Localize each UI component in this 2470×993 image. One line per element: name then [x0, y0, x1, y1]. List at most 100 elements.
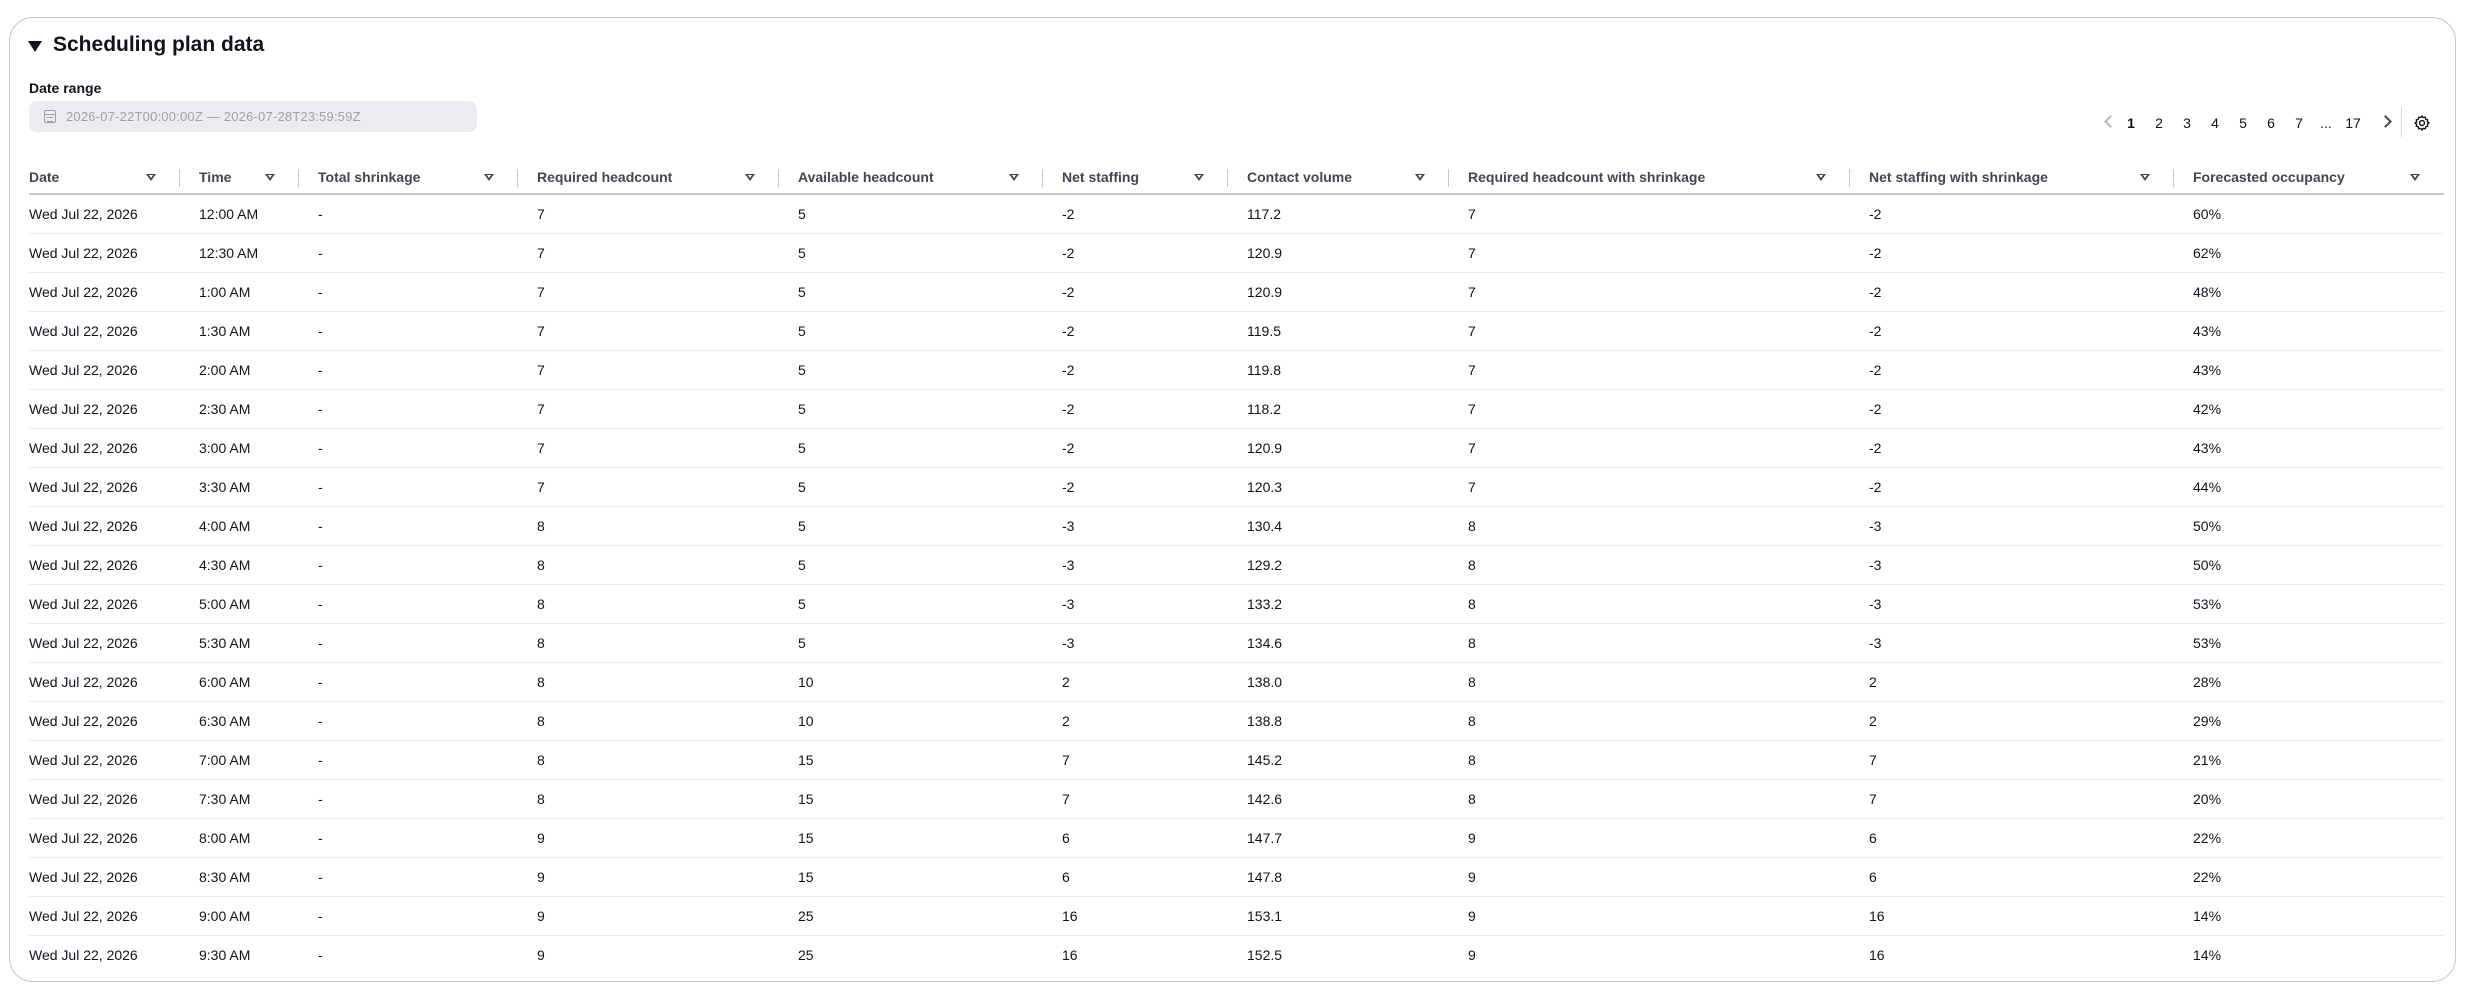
table-cell-forecasted-occupancy: 48% — [2174, 272, 2444, 312]
column-header-contact-volume[interactable]: Contact volume — [1228, 161, 1449, 195]
table-cell-total-shrinkage: - — [299, 584, 518, 624]
column-header-total-shrinkage[interactable]: Total shrinkage — [299, 161, 518, 195]
table-cell-required-headcount-with-shrinkage: 8 — [1449, 740, 1850, 780]
table-cell-total-shrinkage: - — [299, 467, 518, 507]
table-cell-required-headcount-with-shrinkage: 8 — [1449, 584, 1850, 624]
table-row: Wed Jul 22, 2026 5:00 AM -8 5 -3 133.2 8 -3 53% — [29, 584, 2444, 624]
sort-icon[interactable] — [484, 173, 494, 181]
table-cell-net-staffing-with-shrinkage: -3 — [1850, 545, 2174, 585]
table-cell-contact-volume: 130.4 — [1228, 506, 1449, 546]
table-cell-time: 12:30 AM — [180, 233, 299, 273]
table-cell-forecasted-occupancy: 28% — [2174, 662, 2444, 702]
table-row: Wed Jul 22, 2026 4:30 AM -8 5 -3 129.2 8 -3 50% — [29, 545, 2444, 585]
table-cell-total-shrinkage: - — [299, 740, 518, 780]
sort-icon[interactable] — [2410, 173, 2420, 181]
column-header-required-headcount-with-shrinkage[interactable]: Required headcount with shrinkage — [1449, 161, 1850, 195]
column-header-label: Forecasted occupancy — [2193, 169, 2345, 185]
page-ellipsis: ... — [2320, 115, 2332, 131]
panel-header-toggle[interactable]: Scheduling plan data — [28, 33, 264, 57]
page-3[interactable]: 3 — [2180, 113, 2194, 133]
table-cell-forecasted-occupancy: 14% — [2193, 946, 2222, 963]
table-cell-available-headcount: 5 — [779, 350, 1043, 390]
sort-icon[interactable] — [265, 173, 275, 181]
table-cell-available-headcount: 5 — [779, 584, 1043, 624]
table-cell-date: Wed Jul 22, 2026 — [29, 350, 180, 390]
table-cell-net-staffing-with-shrinkage: -2 — [1850, 389, 2174, 429]
sort-icon[interactable] — [2140, 173, 2150, 181]
page-6[interactable]: 6 — [2264, 113, 2278, 133]
table-cell-date: Wed Jul 22, 2026 — [29, 428, 180, 468]
table-cell-available-headcount: 5 — [779, 233, 1043, 273]
column-header-net-staffing-with-shrinkage[interactable]: Net staffing with shrinkage — [1850, 161, 2174, 195]
gear-icon[interactable] — [2413, 114, 2431, 132]
table-cell-time: 2:00 AM — [180, 350, 299, 390]
table-cell-total-shrinkage: - — [299, 506, 518, 546]
table-cell-forecasted-occupancy: 22% — [2174, 818, 2444, 858]
table-cell-date: Wed Jul 22, 2026 — [29, 857, 180, 897]
table-row: Wed Jul 22, 2026 1:00 AM -7 5 -2 120.9 7 -2 48% — [29, 272, 2444, 312]
table-cell-net-staffing: -2 — [1043, 194, 1228, 234]
sort-icon[interactable] — [745, 173, 755, 181]
scheduling-table: Date Time Total shrinkage Required headcoun… — [29, 161, 2444, 974]
table-cell-net-staffing-with-shrinkage: 7 — [1850, 779, 2174, 819]
table-row: Wed Jul 22, 2026 6:00 AM -8 10 2 138.0 8 2 28% — [29, 662, 2444, 702]
column-header-forecasted-occupancy[interactable]: Forecasted occupancy — [2174, 161, 2444, 195]
table-cell-required-headcount-with-shrinkage: 8 — [1449, 701, 1850, 741]
table-cell-available-headcount: 15 — [779, 857, 1043, 897]
table-cell-available-headcount: 5 — [779, 467, 1043, 507]
page-2[interactable]: 2 — [2152, 113, 2166, 133]
table-cell-net-staffing-with-shrinkage: -2 — [1850, 467, 2174, 507]
sort-icon[interactable] — [1009, 173, 1019, 181]
caret-down-icon[interactable] — [28, 40, 42, 52]
table-cell-available-headcount: 5 — [779, 194, 1043, 234]
sort-icon[interactable] — [1816, 173, 1826, 181]
table-cell-net-staffing: -2 — [1043, 272, 1228, 312]
table-cell-required-headcount-with-shrinkage: 7 — [1449, 311, 1850, 351]
table-cell-contact-volume: 147.7 — [1228, 818, 1449, 858]
table-row: Wed Jul 22, 2026 12:00 AM -7 5 -2 117.2 7 -2 60% — [29, 194, 2444, 234]
table-cell-date: Wed Jul 22, 2026 — [29, 506, 180, 546]
table-cell-required-headcount-with-shrinkage: 8 — [1449, 623, 1850, 663]
table-cell-date: Wed Jul 22, 2026 — [29, 946, 138, 963]
table-cell-available-headcount: 10 — [779, 662, 1043, 702]
sort-icon[interactable] — [1415, 173, 1425, 181]
table-cell-date: Wed Jul 22, 2026 — [29, 311, 180, 351]
column-header-net-staffing[interactable]: Net staffing — [1043, 161, 1228, 195]
table-cell-forecasted-occupancy: 53% — [2174, 584, 2444, 624]
table-cell-net-staffing-with-shrinkage: 6 — [1850, 857, 2174, 897]
table-cell-available-headcount: 15 — [779, 818, 1043, 858]
date-range-label: Date range — [29, 80, 102, 96]
page-1[interactable]: 1 — [2124, 113, 2138, 133]
sort-icon[interactable] — [146, 173, 156, 181]
table-cell-required-headcount-with-shrinkage: 7 — [1449, 467, 1850, 507]
chevron-right-icon[interactable] — [2379, 115, 2392, 128]
table-cell-available-headcount: 5 — [779, 428, 1043, 468]
table-cell-total-shrinkage: - — [299, 896, 518, 936]
table-cell-contact-volume: 120.9 — [1228, 272, 1449, 312]
page-5[interactable]: 5 — [2236, 113, 2250, 133]
table-body: Wed Jul 22, 2026 12:00 AM -7 5 -2 117.2 7 -2 60%… — [29, 194, 2444, 974]
column-header-available-headcount[interactable]: Available headcount — [779, 161, 1043, 195]
column-header-date[interactable]: Date — [29, 161, 180, 195]
sort-icon[interactable] — [1194, 173, 1204, 181]
table-cell-required-headcount-with-shrinkage: 8 — [1449, 506, 1850, 546]
page-17[interactable]: 17 — [2342, 113, 2364, 133]
column-header-time[interactable]: Time — [180, 161, 299, 195]
table-cell-time: 1:30 AM — [180, 311, 299, 351]
table-cell-net-staffing: -3 — [1043, 506, 1228, 546]
table-row: Wed Jul 22, 2026 8:30 AM -9 15 6 147.8 9 6 22% — [29, 857, 2444, 897]
table-cell-available-headcount: 5 — [779, 545, 1043, 585]
table-cell-available-headcount: 5 — [779, 311, 1043, 351]
table-cell-required-headcount: 9 — [537, 946, 545, 963]
table-cell-required-headcount-with-shrinkage: 9 — [1468, 946, 1476, 963]
table-cell-required-headcount-with-shrinkage: 7 — [1449, 194, 1850, 234]
chevron-left-icon[interactable] — [2104, 115, 2117, 128]
table-cell-required-headcount-with-shrinkage: 8 — [1449, 545, 1850, 585]
table-cell-forecasted-occupancy: 29% — [2174, 701, 2444, 741]
column-header-required-headcount[interactable]: Required headcount — [518, 161, 779, 195]
page-4[interactable]: 4 — [2208, 113, 2222, 133]
page-7[interactable]: 7 — [2292, 113, 2306, 133]
table-cell-required-headcount: 8 — [518, 779, 779, 819]
table-cell-contact-volume: 119.8 — [1228, 350, 1449, 390]
table-cell-net-staffing-with-shrinkage: -3 — [1850, 623, 2174, 663]
